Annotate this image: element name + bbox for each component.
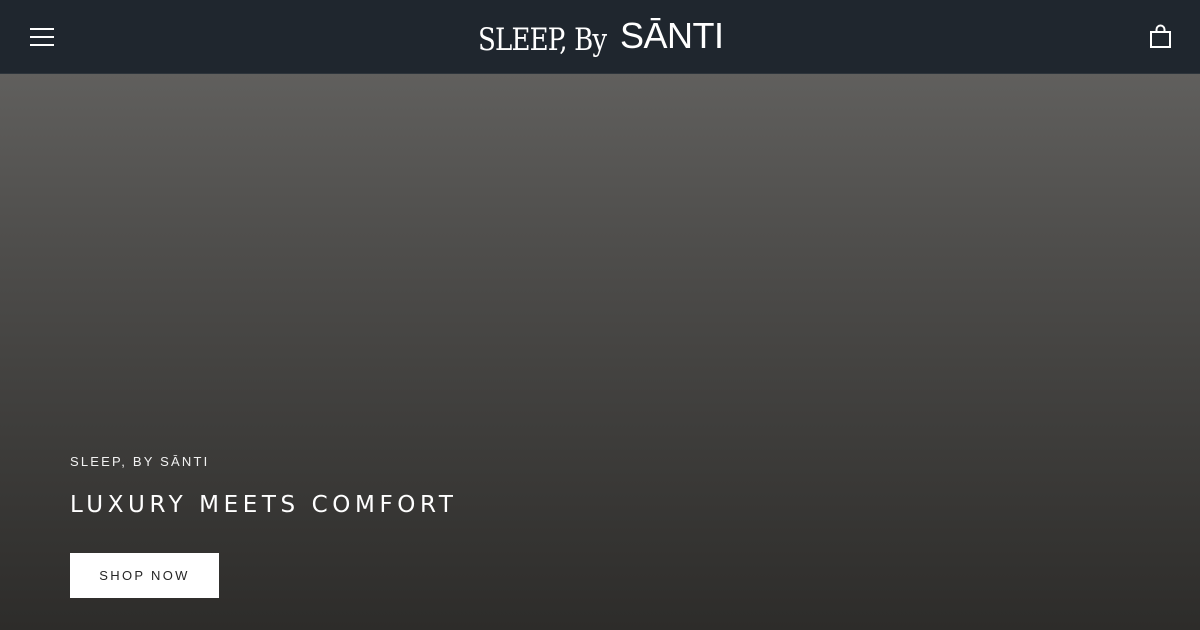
- hero-banner: SLEEP, BY SĀNTI LUXURY MEETS COMFORT SHO…: [0, 74, 1200, 630]
- menu-button[interactable]: [30, 26, 54, 48]
- cart-button[interactable]: [1150, 24, 1171, 48]
- hero-headline: LUXURY MEETS COMFORT: [70, 492, 458, 518]
- logo-bold-text: SĀNTI: [620, 15, 724, 56]
- site-logo[interactable]: SLEEP, By SĀNTI: [478, 14, 724, 60]
- logo-light-text: SLEEP, By: [478, 22, 607, 58]
- hero-content: SLEEP, BY SĀNTI LUXURY MEETS COMFORT SHO…: [70, 454, 458, 598]
- hamburger-menu-icon: [30, 28, 54, 46]
- page: SLEEP, By SĀNTI SLEEP, BY SĀNTI LUXURY M…: [0, 0, 1200, 630]
- hero-eyebrow: SLEEP, BY SĀNTI: [70, 454, 210, 469]
- shop-now-button[interactable]: SHOP NOW: [70, 553, 219, 598]
- site-header: SLEEP, By SĀNTI: [0, 0, 1200, 74]
- shopping-bag-icon: [1150, 24, 1171, 48]
